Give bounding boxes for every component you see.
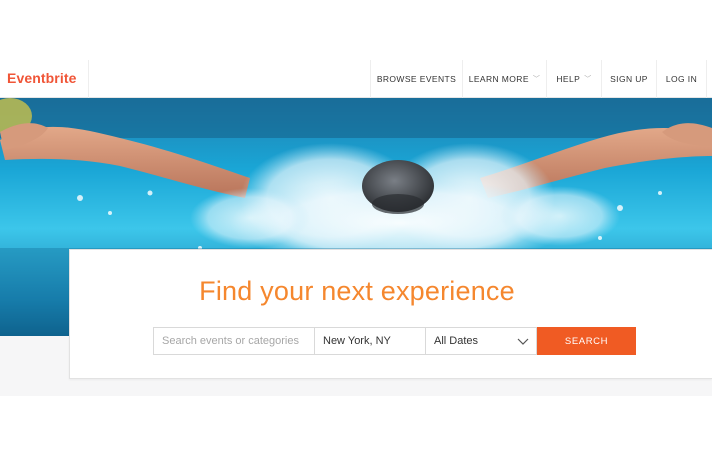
eventbrite-logo[interactable]: Eventbrite <box>7 70 76 86</box>
search-button[interactable]: SEARCH <box>537 327 636 355</box>
hero-headline: Find your next experience <box>199 276 515 306</box>
search-events-input[interactable] <box>153 327 315 355</box>
page-band <box>0 378 712 396</box>
date-select-value: All Dates <box>434 335 479 347</box>
nav-browse-events[interactable]: BROWSE EVENTS <box>370 60 462 98</box>
chevron-down-icon: ﹀ <box>532 76 541 83</box>
logo-divider <box>88 60 89 98</box>
nav-sign-up[interactable]: SIGN UP <box>601 60 656 98</box>
search-card: Find your next experience All Dates SEAR… <box>69 249 712 379</box>
nav-sign-up-label: SIGN UP <box>610 74 648 84</box>
nav-log-in-label: LOG IN <box>665 74 698 84</box>
chevron-down-icon: ﹀ <box>584 76 592 83</box>
chevron-down-icon <box>517 338 529 345</box>
search-bar: All Dates SEARCH <box>153 327 636 355</box>
eventbrite-home: Eventbrite BROWSE EVENTS LEARN MORE ﹀ HE… <box>0 0 712 464</box>
nav-divider <box>706 60 712 98</box>
nav-log-in[interactable]: LOG IN <box>656 60 706 98</box>
nav-browse-events-label: BROWSE EVENTS <box>376 74 457 84</box>
nav-learn-more-label: LEARN MORE <box>468 74 529 84</box>
nav-help[interactable]: HELP ﹀ <box>546 60 601 98</box>
location-input[interactable] <box>314 327 426 355</box>
nav-learn-more[interactable]: LEARN MORE ﹀ <box>462 60 546 98</box>
nav-help-label: HELP <box>556 74 581 84</box>
date-select[interactable]: All Dates <box>425 327 537 355</box>
main-nav: BROWSE EVENTS LEARN MORE ﹀ HELP ﹀ SIGN U… <box>370 60 712 98</box>
top-nav-bar: Eventbrite BROWSE EVENTS LEARN MORE ﹀ HE… <box>0 60 712 98</box>
